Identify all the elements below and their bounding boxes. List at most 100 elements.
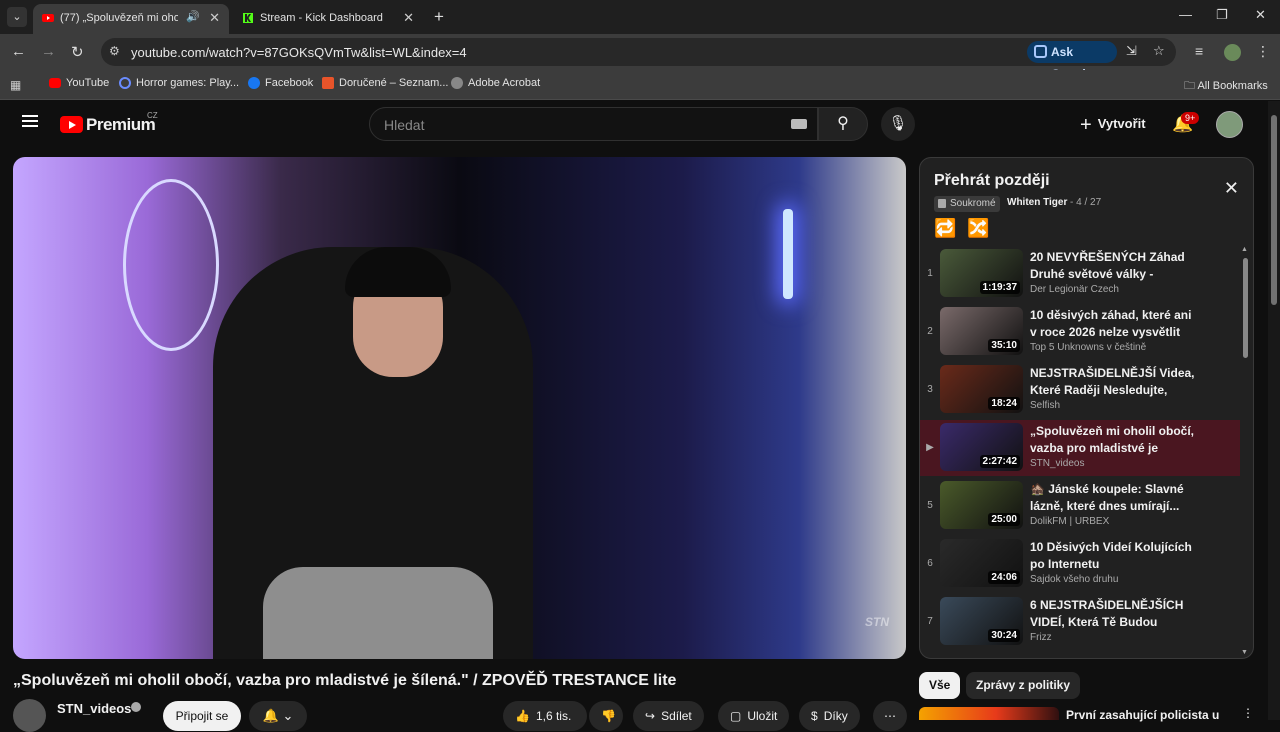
speaker-icon[interactable]: 🔊 xyxy=(186,10,200,23)
url-text[interactable]: youtube.com/watch?v=87GOKsQVmTw&list=WL&… xyxy=(131,45,467,60)
video-player[interactable]: STN xyxy=(13,157,906,659)
video-thumbnail[interactable]: 24:06 xyxy=(940,539,1023,587)
video-thumbnail[interactable]: 30:24 xyxy=(940,597,1023,645)
reload-icon[interactable]: ↻ xyxy=(71,43,84,61)
bookmark-seznam[interactable]: Doručené – Seznam... xyxy=(322,77,448,89)
tab-kick[interactable]: Stream - Kick Dashboard ✕ xyxy=(233,4,423,34)
apps-grid-icon[interactable]: ▦ xyxy=(10,78,21,92)
playlist-video-channel[interactable]: Top 5 Unknowns v češtině xyxy=(1030,342,1146,353)
playlist-title[interactable]: Přehrát později xyxy=(934,172,1050,190)
chip-all[interactable]: Vše xyxy=(919,672,961,699)
video-thumbnail[interactable]: 18:24 xyxy=(940,365,1023,413)
page-scrollbar[interactable] xyxy=(1268,101,1280,720)
playlist-video-title[interactable]: 10 děsivých záhad, které ani v roce 2026… xyxy=(1030,307,1198,341)
scroll-down-icon[interactable]: ▼ xyxy=(1241,649,1248,656)
playlist-video-title[interactable]: 20 NEVYŘEŠENÝCH Záhad Druhé světové válk… xyxy=(1030,249,1198,283)
chip-politics-news[interactable]: Zprávy z politiky xyxy=(966,672,1081,699)
dislike-button[interactable]: 👎 xyxy=(589,701,623,731)
bookmark-star-icon[interactable]: ☆ xyxy=(1153,43,1165,59)
back-icon[interactable]: ← xyxy=(11,43,26,60)
profile-avatar[interactable] xyxy=(1224,44,1241,61)
playlist-item[interactable]: 6 24:06 10 Děsivých Videí Kolujících po In… xyxy=(920,536,1240,592)
create-button[interactable]: + Vytvořit xyxy=(1080,114,1146,137)
forward-icon[interactable]: → xyxy=(41,43,56,60)
playlist-video-title[interactable]: 🏚️ Jánské koupele: Slavné lázně, které d… xyxy=(1030,481,1198,515)
shuffle-icon[interactable]: 🔀 xyxy=(967,218,989,239)
bookmark-facebook[interactable]: Facebook xyxy=(248,77,313,89)
playlist-item[interactable]: 3 18:24 NEJSTRAŠIDELNĚJŠÍ Videa, Které Rad… xyxy=(920,362,1240,418)
site-info-icon[interactable]: ⚙ xyxy=(109,44,120,58)
page-scrollbar-thumb[interactable] xyxy=(1271,115,1277,305)
playlist-video-title[interactable]: 10 Děsivých Videí Kolujících po Internet… xyxy=(1030,539,1198,573)
playlist-video-channel[interactable]: Frizz xyxy=(1030,632,1052,643)
minimize-icon[interactable]: — xyxy=(1179,7,1192,22)
video-thumbnail[interactable]: 1:19:37 xyxy=(940,249,1023,297)
playlist-item[interactable]: 1 1:19:37 20 NEVYŘEŠENÝCH Záhad Druhé svět… xyxy=(920,246,1240,302)
folder-icon: 🗀 xyxy=(1184,80,1198,92)
light-bar-shape xyxy=(783,209,793,299)
more-vert-icon[interactable]: ⋮ xyxy=(1242,706,1254,720)
loop-icon[interactable]: 🔁 xyxy=(934,218,956,239)
restore-icon[interactable]: ❐ xyxy=(1216,7,1228,23)
playlist-video-channel[interactable]: Sajdok všeho druhu xyxy=(1030,574,1118,585)
save-button[interactable]: ▢ Uložit xyxy=(718,701,790,731)
video-thumbnail[interactable]: 25:00 xyxy=(940,481,1023,529)
new-tab-button[interactable]: + xyxy=(434,7,444,27)
tab-search-button[interactable]: ⌄ xyxy=(7,7,27,27)
recommendation-thumbnail[interactable] xyxy=(919,707,1059,720)
search-button[interactable]: ⚲ xyxy=(818,107,868,141)
tab-youtube[interactable]: (77) „Spoluvězeň mi oholil obočí, vazba … xyxy=(33,4,229,34)
playlist-video-channel[interactable]: Selfish xyxy=(1030,400,1060,411)
like-button[interactable]: 👍 1,6 tis. xyxy=(503,701,587,731)
playlist-item[interactable]: ▶ 2:27:42 „Spoluvězeň mi oholil obočí, vaz… xyxy=(920,420,1240,476)
thanks-button[interactable]: $ Díky xyxy=(799,701,860,731)
close-tab-icon[interactable]: ✕ xyxy=(403,10,414,26)
address-bar[interactable]: ⚙ youtube.com/watch?v=87GOKsQVmTw&list=W… xyxy=(101,38,1176,81)
playlist-owner[interactable]: Whiten Tiger xyxy=(1007,197,1067,208)
channel-avatar[interactable] xyxy=(13,699,46,732)
subscribe-bell-button[interactable]: 🔔 ⌄ xyxy=(249,701,307,731)
youtube-logo-icon[interactable] xyxy=(60,116,83,133)
bookmark-adobe-acrobat[interactable]: Adobe Acrobat xyxy=(451,77,540,89)
channel-name[interactable]: STN_videos xyxy=(57,701,131,716)
install-app-icon[interactable]: ⇲ xyxy=(1126,43,1137,59)
thanks-icon: $ xyxy=(811,709,818,723)
video-thumbnail[interactable]: 2:27:42 xyxy=(940,423,1023,471)
playlist-video-title[interactable]: 6 NEJSTRAŠIDELNĚJŠÍCH VIDEÍ, Která Tě Bu… xyxy=(1030,597,1198,631)
all-bookmarks-button[interactable]: 🗀 All Bookmarks xyxy=(1184,77,1268,96)
menu-hamburger-icon[interactable] xyxy=(22,115,38,127)
reading-list-icon[interactable]: ≡ xyxy=(1195,43,1203,59)
voice-search-button[interactable]: 🎙 xyxy=(881,107,915,141)
scroll-up-icon[interactable]: ▲ xyxy=(1241,246,1248,253)
video-thumbnail[interactable]: 35:10 xyxy=(940,307,1023,355)
bookmark-horror-games[interactable]: Horror games: Play... xyxy=(119,77,239,89)
verified-check-icon xyxy=(131,702,141,712)
search-input[interactable]: Hledat xyxy=(369,107,818,141)
video-duration: 2:27:42 xyxy=(979,455,1020,468)
more-actions-button[interactable]: ⋯ xyxy=(873,701,907,731)
account-avatar[interactable] xyxy=(1216,111,1243,138)
playlist-video-title[interactable]: NEJSTRAŠIDELNĚJŠÍ Videa, Které Raději Ne… xyxy=(1030,365,1198,399)
join-button[interactable]: Připojit se xyxy=(163,701,241,731)
playlist-item[interactable]: 5 25:00 🏚️ Jánské koupele: Slavné lázně, k… xyxy=(920,478,1240,534)
playlist-video-channel[interactable]: STN_videos xyxy=(1030,458,1084,469)
youtube-logo-text[interactable]: Premium xyxy=(86,115,156,135)
close-window-icon[interactable]: ✕ xyxy=(1255,7,1266,23)
bookmark-youtube[interactable]: YouTube xyxy=(49,77,109,89)
playlist-video-title[interactable]: „Spoluvězeň mi oholil obočí, vazba pro m… xyxy=(1030,423,1198,457)
scrollbar-thumb[interactable] xyxy=(1243,258,1248,358)
menu-icon[interactable]: ⋮ xyxy=(1256,43,1270,60)
close-playlist-icon[interactable]: ✕ xyxy=(1224,178,1239,199)
playlist-index: 7 xyxy=(927,616,933,627)
ask-google-button[interactable]: Ask Google xyxy=(1027,41,1117,81)
playlist-scrollbar[interactable]: ▲ ▼ xyxy=(1241,246,1250,656)
share-button[interactable]: ↪ Sdílet xyxy=(633,701,704,731)
keyboard-icon[interactable] xyxy=(791,119,807,129)
playlist-item[interactable]: 7 30:24 6 NEJSTRAŠIDELNĚJŠÍCH VIDEÍ, Která… xyxy=(920,594,1240,650)
video-duration: 1:19:37 xyxy=(979,281,1020,294)
close-tab-icon[interactable]: ✕ xyxy=(209,10,220,26)
playlist-video-channel[interactable]: Der Legionär Czech xyxy=(1030,284,1119,295)
playlist-video-channel[interactable]: DolikFM | URBEX xyxy=(1030,516,1109,527)
region-code: CZ xyxy=(147,111,158,120)
playlist-item[interactable]: 2 35:10 10 děsivých záhad, které ani v roc… xyxy=(920,304,1240,360)
